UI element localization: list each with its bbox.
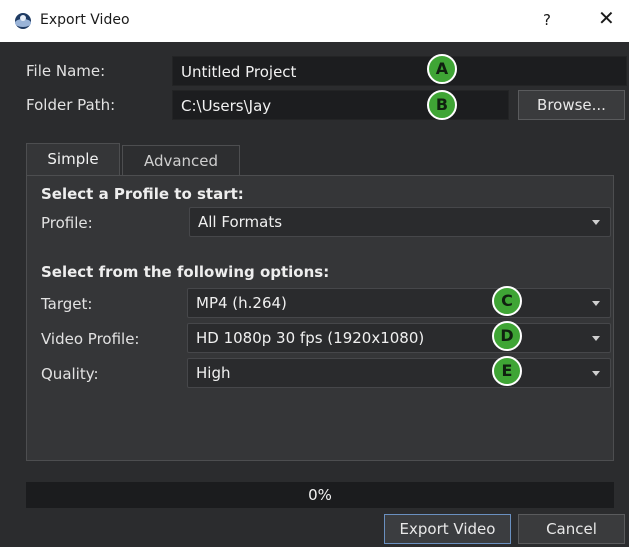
chevron-down-icon — [592, 336, 600, 341]
target-label: Target: — [41, 295, 93, 313]
export-progress-bar: 0% — [26, 482, 614, 508]
quality-value: High — [196, 364, 231, 382]
help-button[interactable]: ? — [543, 11, 551, 29]
window-title: Export Video — [40, 12, 130, 28]
tab-simple[interactable]: Simple — [26, 143, 120, 176]
annotation-badge-b: B — [427, 90, 457, 120]
profile-value: All Formats — [198, 213, 283, 231]
profile-dropdown[interactable]: All Formats — [189, 207, 611, 237]
folder-path-label: Folder Path: — [26, 96, 116, 114]
annotation-badge-c: C — [492, 286, 522, 316]
profile-label: Profile: — [41, 214, 93, 232]
video-profile-label: Video Profile: — [41, 330, 140, 348]
options-section-heading: Select from the following options: — [41, 263, 330, 281]
chevron-down-icon — [592, 301, 600, 306]
video-profile-value: HD 1080p 30 fps (1920x1080) — [196, 329, 425, 347]
chevron-down-icon — [592, 371, 600, 376]
quality-label: Quality: — [41, 365, 99, 383]
folder-path-input[interactable]: C:\Users\Jay — [172, 90, 509, 120]
file-name-label: File Name: — [26, 62, 106, 80]
export-video-button[interactable]: Export Video — [384, 514, 511, 544]
simple-tab-panel: Select a Profile to start: Profile: All … — [26, 175, 614, 461]
file-name-input[interactable]: Untitled Project — [172, 56, 627, 86]
annotation-badge-d: D — [492, 321, 522, 351]
app-logo-icon — [15, 13, 31, 29]
browse-button[interactable]: Browse... — [518, 90, 625, 120]
annotation-badge-e: E — [492, 356, 522, 386]
profile-section-heading: Select a Profile to start: — [41, 185, 244, 203]
annotation-badge-a: A — [427, 54, 457, 84]
target-value: MP4 (h.264) — [196, 294, 287, 312]
progress-label: 0% — [308, 486, 332, 504]
video-profile-dropdown[interactable]: HD 1080p 30 fps (1920x1080) — [187, 323, 611, 353]
cancel-button[interactable]: Cancel — [518, 514, 625, 544]
chevron-down-icon — [592, 220, 600, 225]
quality-dropdown[interactable]: High — [187, 358, 611, 388]
title-bar: Export Video ? ✕ — [0, 0, 629, 42]
tab-advanced[interactable]: Advanced — [122, 145, 240, 175]
target-dropdown[interactable]: MP4 (h.264) — [187, 288, 611, 318]
close-icon[interactable]: ✕ — [598, 8, 615, 28]
